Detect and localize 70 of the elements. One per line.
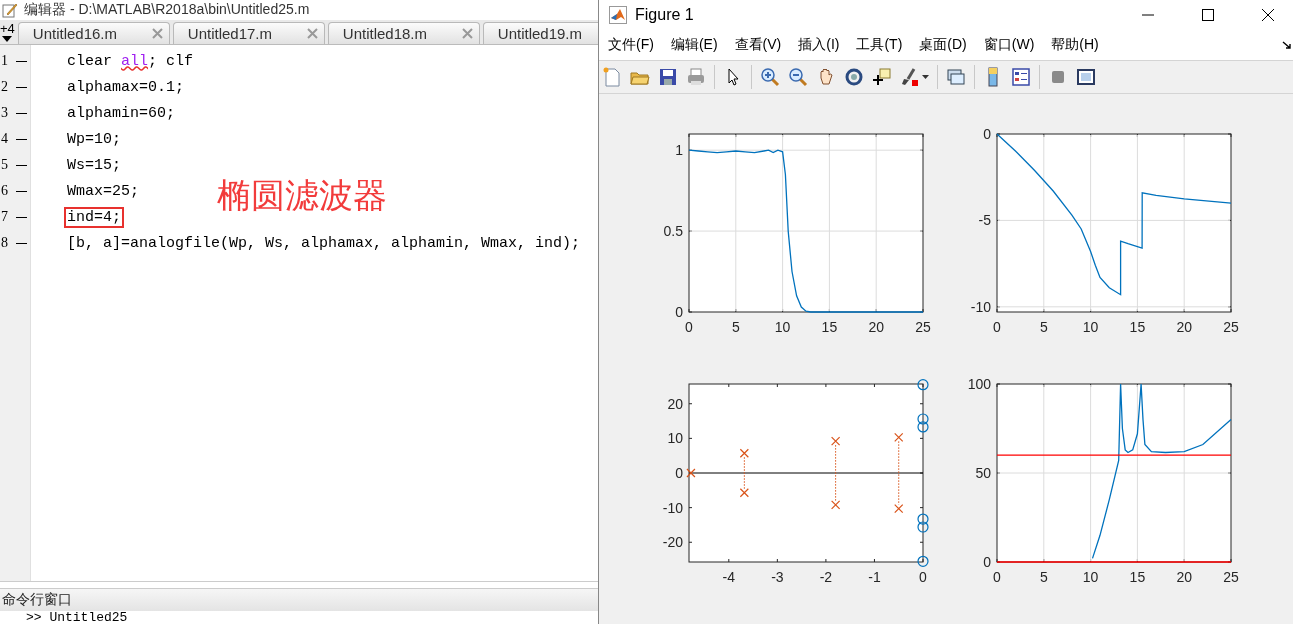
- menu-item[interactable]: 查看(V): [734, 36, 782, 54]
- tick-label: -10: [970, 298, 991, 315]
- tick-label: 20: [868, 319, 884, 335]
- tick-label: 25: [1223, 569, 1239, 585]
- code-line: [b, a]=analogfile(Wp, Ws, alphamax, alphamin, Wmax, ind);: [66, 233, 582, 254]
- tick-label: 0: [983, 554, 991, 570]
- tick-label: 0: [675, 465, 683, 481]
- line-number: 3: [0, 105, 9, 121]
- tick-label: 0: [919, 569, 927, 585]
- tick-label: 0: [993, 569, 1001, 585]
- window-title: 编辑器 - D:\MATLAB\R2018a\bin\Untitled25.m: [24, 1, 310, 19]
- code-line: alphamin=60;: [66, 103, 177, 124]
- tick-label: 20: [1176, 569, 1192, 585]
- window-title: Figure 1: [635, 6, 694, 24]
- menu-item[interactable]: 文件(F): [608, 36, 654, 54]
- code-line: alphamax=0.1;: [66, 77, 186, 98]
- menu-item[interactable]: 窗口(W): [983, 36, 1035, 54]
- command-text: >> Untitled25: [26, 611, 129, 624]
- tick-label: -5: [978, 212, 991, 229]
- tick-label: 50: [975, 465, 991, 481]
- tick-label: 15: [1129, 319, 1146, 335]
- tick-label: 1: [675, 142, 683, 159]
- annotation-text: 椭圆滤波器: [217, 174, 387, 217]
- tick-label: 100: [967, 376, 991, 392]
- line-number: 5: [0, 157, 9, 173]
- menu-item[interactable]: 编辑(E): [670, 36, 718, 54]
- editor-tab[interactable]: Untitled18.m: [327, 22, 480, 44]
- tick-label: 5: [731, 319, 740, 335]
- tick-label: -1: [868, 569, 881, 585]
- tick-label: -3: [771, 569, 784, 585]
- line-number: 8: [0, 235, 9, 251]
- menu-item[interactable]: 工具(T): [856, 36, 903, 54]
- tick-label: 5: [1039, 319, 1048, 335]
- editor-tab[interactable]: Untitled19.m: [482, 22, 598, 44]
- editor-tab[interactable]: Untitled17.m: [172, 22, 325, 44]
- tick-label: 25: [915, 319, 931, 335]
- line-number: 4: [0, 131, 9, 147]
- tick-label: 15: [1129, 569, 1146, 585]
- tick-label: -4: [722, 569, 736, 585]
- more-tabs-button[interactable]: +4: [0, 20, 15, 44]
- code-line: Wmax=25;: [66, 181, 140, 202]
- code-line: clear all; clf: [66, 51, 195, 72]
- tick-label: 20: [1176, 319, 1192, 335]
- tick-label: 0: [983, 126, 991, 142]
- menu-item[interactable]: 桌面(D): [919, 36, 967, 54]
- code-line: Wp=10;: [66, 129, 122, 150]
- tick-label: 25: [1223, 319, 1239, 335]
- tick-label: 0.5: [663, 223, 683, 240]
- tick-label: 10: [667, 430, 683, 447]
- tick-label: -2: [819, 569, 833, 585]
- tick-label: 10: [774, 319, 791, 335]
- tick-label: 0: [675, 304, 683, 320]
- menu-item[interactable]: 插入(I): [798, 36, 840, 54]
- panel-title: 命令行窗口: [2, 591, 72, 609]
- tick-label: 0: [685, 319, 693, 335]
- tick-label: -20: [662, 534, 683, 551]
- line-number: 6: [0, 183, 9, 199]
- line-number: 2: [0, 79, 9, 95]
- tick-label: 10: [1082, 319, 1099, 335]
- menu-item[interactable]: 帮助(H): [1051, 36, 1099, 54]
- tick-label: -10: [662, 499, 683, 516]
- tick-label: 15: [821, 319, 838, 335]
- code-line: Ws=15;: [66, 155, 122, 176]
- line-number: 1: [0, 53, 9, 69]
- tick-label: 10: [1082, 569, 1099, 585]
- editor-tab[interactable]: Untitled16.m: [17, 22, 170, 44]
- tick-label: 5: [1039, 569, 1048, 585]
- tick-label: 20: [667, 395, 683, 412]
- tick-label: 0: [993, 319, 1001, 335]
- line-number: 7: [0, 209, 9, 225]
